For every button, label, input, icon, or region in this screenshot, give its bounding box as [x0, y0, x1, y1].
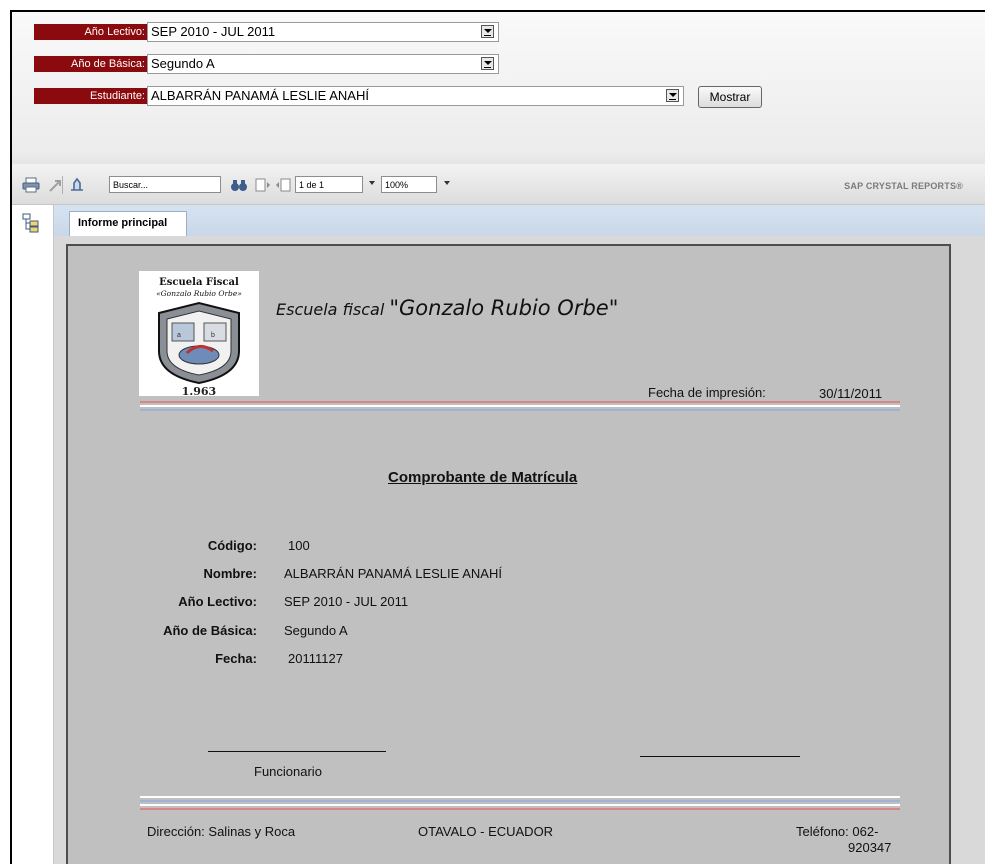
- param-label-ano-lectivo: Año Lectivo:: [34, 24, 147, 40]
- svg-text:Escuela Fiscal: Escuela Fiscal: [159, 277, 239, 288]
- refresh-icon[interactable]: [68, 177, 86, 193]
- field-label-ano-basica: Año de Básica:: [163, 623, 257, 638]
- binoculars-icon[interactable]: [230, 177, 248, 193]
- field-value-fecha: 20111127: [288, 651, 343, 666]
- report-tab-bar: Informe principal: [54, 205, 985, 236]
- toolbar-divider: [62, 176, 63, 194]
- ano-lectivo-select[interactable]: SEP 2010 - JUL 2011: [147, 22, 499, 42]
- svg-text:a: a: [177, 332, 181, 339]
- svg-text:«Gonzalo Rubio Orbe»: «Gonzalo Rubio Orbe»: [156, 289, 242, 298]
- report-page: Escuela Fiscal «Gonzalo Rubio Orbe» a b …: [66, 244, 951, 864]
- signature-line-right: [640, 756, 800, 757]
- search-input[interactable]: [109, 176, 221, 193]
- header-stripe: [140, 401, 900, 415]
- field-label-nombre: Nombre:: [203, 566, 257, 581]
- chevron-down-icon[interactable]: [481, 25, 494, 38]
- tab-informe-principal[interactable]: Informe principal: [69, 211, 187, 236]
- group-tree-pane: [12, 205, 54, 864]
- signature-line-left: [208, 751, 386, 752]
- field-label-fecha: Fecha:: [215, 651, 257, 666]
- field-label-ano-lectivo: Año Lectivo:: [178, 594, 257, 609]
- report-title-lead: Escuela fiscal: [276, 300, 390, 319]
- school-logo: Escuela Fiscal «Gonzalo Rubio Orbe» a b …: [139, 271, 259, 398]
- print-date-label: Fecha de impresión:: [648, 385, 766, 400]
- group-tree-icon[interactable]: [22, 213, 40, 238]
- svg-text:1.963: 1.963: [182, 385, 216, 396]
- report-title: Escuela fiscal "Gonzalo Rubio Orbe": [276, 296, 618, 320]
- field-value-nombre: ALBARRÁN PANAMÁ LESLIE ANAHÍ: [284, 566, 502, 581]
- signature-label: Funcionario: [254, 764, 322, 779]
- printer-icon[interactable]: [22, 177, 40, 193]
- footer-city: OTAVALO - ECUADOR: [418, 824, 554, 839]
- report-viewer: Escuela Fiscal «Gonzalo Rubio Orbe» a b …: [54, 236, 985, 864]
- ano-basica-select[interactable]: Segundo A: [147, 54, 499, 74]
- param-label-ano-basica: Año de Básica:: [34, 56, 147, 72]
- first-page-icon[interactable]: [254, 177, 272, 193]
- page-dropdown-icon[interactable]: [369, 181, 375, 185]
- footer-address: Dirección: Salinas y Roca: [147, 824, 296, 839]
- field-label-codigo: Código:: [207, 538, 257, 553]
- footer-phone-line1: Teléfono: 062-: [796, 824, 879, 839]
- page-number-input[interactable]: [295, 176, 363, 193]
- field-value-codigo: 100: [288, 538, 310, 553]
- chevron-down-icon[interactable]: [481, 57, 494, 70]
- param-label-estudiante: Estudiante:: [34, 88, 147, 104]
- field-value-ano-basica: Segundo A: [284, 623, 348, 638]
- ano-lectivo-value: SEP 2010 - JUL 2011: [151, 24, 276, 39]
- svg-text:b: b: [211, 332, 215, 339]
- brand-label: SAP CRYSTAL REPORTS®: [844, 181, 963, 191]
- previous-page-icon[interactable]: [274, 177, 292, 193]
- footer-stripe: [140, 796, 900, 810]
- footer-phone-line2: 920347: [848, 840, 892, 855]
- print-date-value: 30/11/2011: [819, 386, 883, 401]
- ano-basica-value: Segundo A: [151, 56, 215, 71]
- chevron-down-icon[interactable]: [666, 89, 679, 102]
- report-heading: Comprobante de Matrícula: [388, 469, 578, 486]
- estudiante-select[interactable]: ALBARRÁN PANAMÁ LESLIE ANAHÍ: [147, 86, 684, 106]
- mostrar-button[interactable]: Mostrar: [698, 86, 762, 108]
- report-toolbar: SAP CRYSTAL REPORTS®: [12, 164, 985, 205]
- zoom-input[interactable]: [381, 176, 437, 193]
- app-frame: Año Lectivo: SEP 2010 - JUL 2011 Año de …: [10, 10, 985, 864]
- estudiante-value: ALBARRÁN PANAMÁ LESLIE ANAHÍ: [151, 88, 369, 103]
- field-value-ano-lectivo: SEP 2010 - JUL 2011: [284, 594, 409, 609]
- zoom-dropdown-icon[interactable]: [444, 181, 450, 185]
- report-title-main: "Gonzalo Rubio Orbe": [389, 296, 619, 320]
